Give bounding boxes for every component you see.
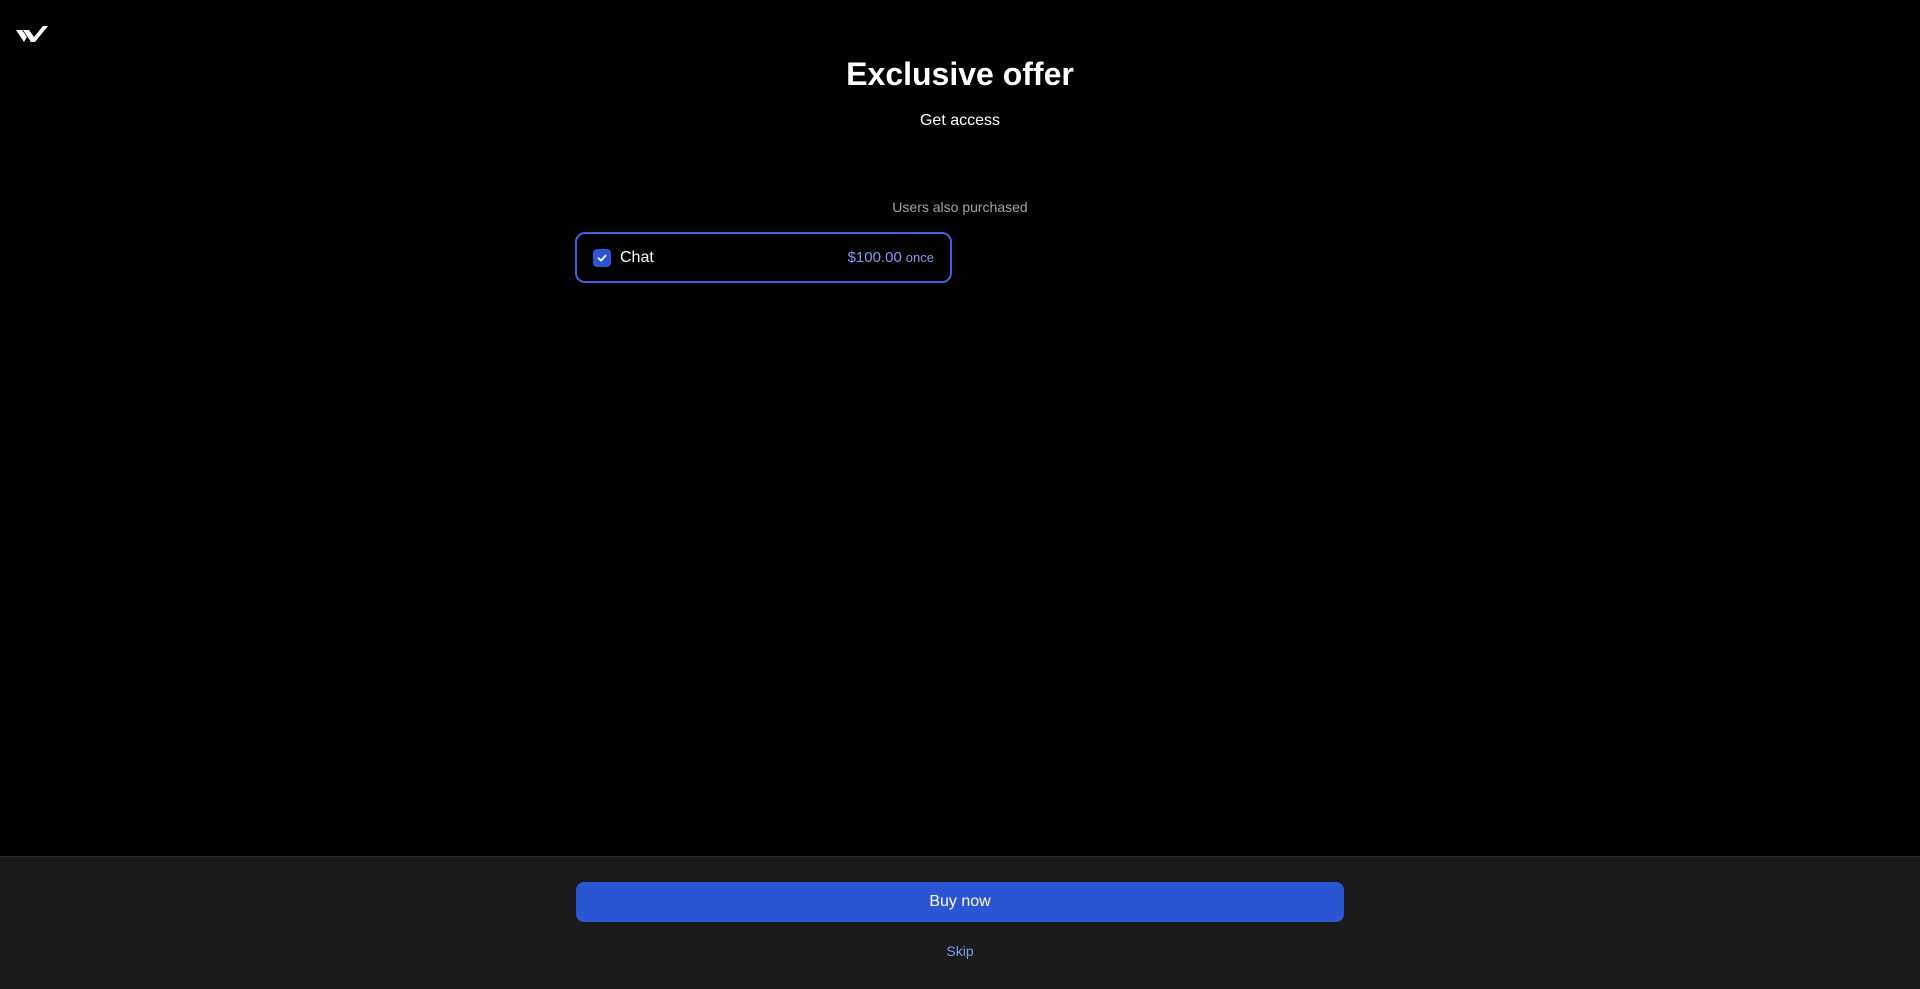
page-title: Exclusive offer [846, 56, 1074, 92]
skip-link[interactable]: Skip [946, 943, 973, 959]
buy-now-button[interactable]: Buy now [576, 882, 1344, 922]
upsell-item-period: once [905, 250, 934, 265]
upsell-item-name: Chat [620, 248, 654, 266]
upsell-section-label: Users also purchased [892, 199, 1028, 215]
upsell-item-price: $100.00 [847, 249, 902, 266]
checkmark-icon [597, 254, 607, 261]
main-content: Exclusive offer Get access Users also pu… [0, 0, 1920, 856]
page: Exclusive offer Get access Users also pu… [0, 0, 1920, 989]
page-subtitle: Get access [919, 112, 1001, 129]
upsell-item-chat[interactable]: Chat $100.00 once [575, 232, 952, 283]
footer-bar: Buy now Skip [0, 856, 1920, 989]
skip-link-container: Skip [0, 941, 1920, 961]
checkbox-checked-icon[interactable] [593, 248, 611, 267]
